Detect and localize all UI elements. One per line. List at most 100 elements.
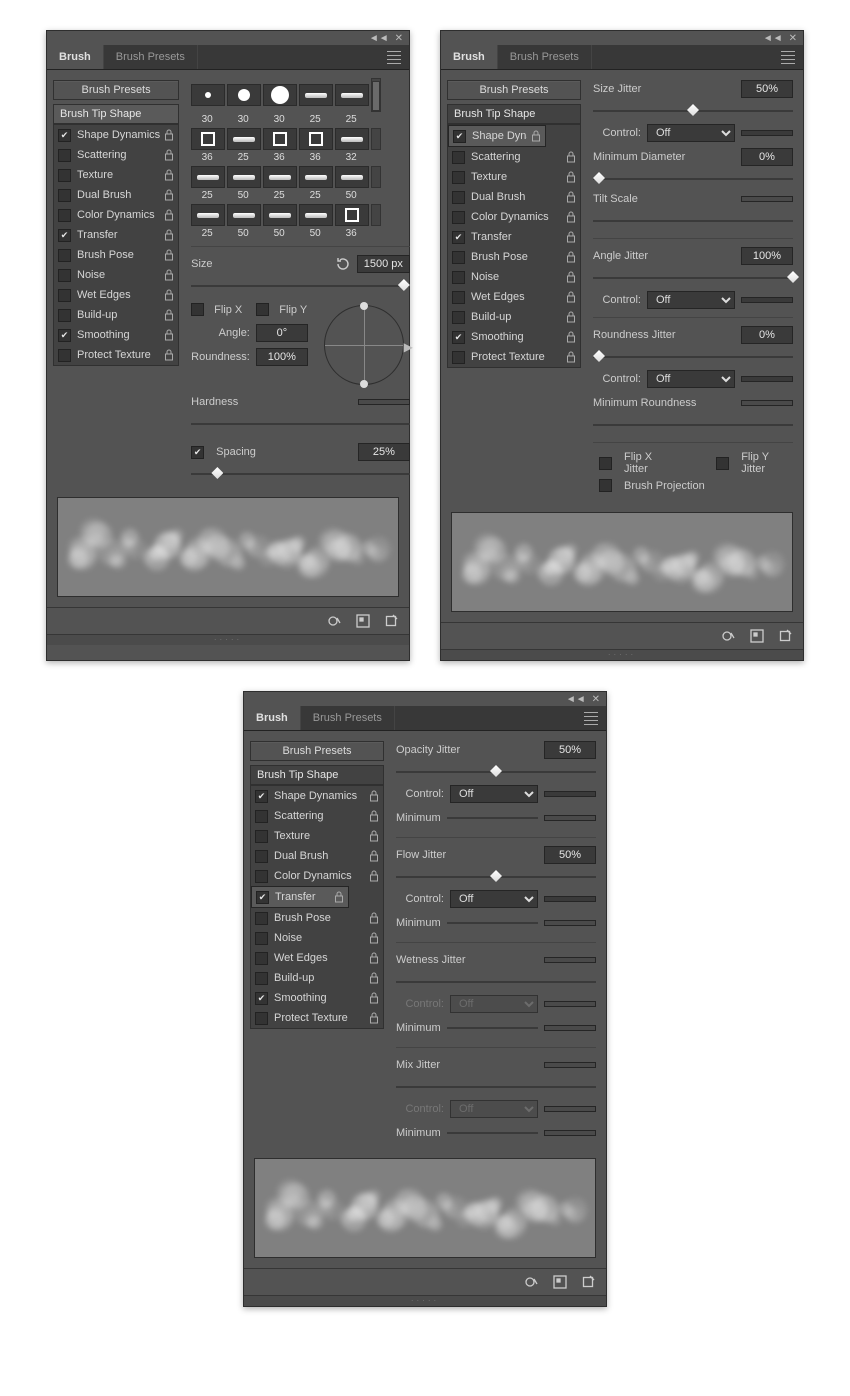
- setting-checkbox[interactable]: [58, 189, 71, 202]
- lock-icon[interactable]: [369, 992, 379, 1004]
- close-icon[interactable]: ✕: [395, 33, 403, 44]
- lock-icon[interactable]: [164, 149, 174, 161]
- new-brush-icon[interactable]: [749, 628, 765, 644]
- setting-checkbox[interactable]: [255, 850, 268, 863]
- brush-swatch[interactable]: [299, 166, 333, 188]
- flow-control-select[interactable]: Off: [450, 890, 538, 908]
- setting-checkbox[interactable]: [255, 912, 268, 925]
- brush-swatch[interactable]: [191, 84, 225, 106]
- brush-swatch[interactable]: [191, 128, 225, 150]
- brush-swatch[interactable]: [299, 84, 333, 106]
- swatch-scrollbar[interactable]: [371, 204, 381, 226]
- resize-grip[interactable]: ·····: [244, 1295, 606, 1306]
- flow-jitter-field[interactable]: 50%: [544, 846, 596, 864]
- setting-checkbox[interactable]: [58, 129, 71, 142]
- flip-x-jitter-checkbox[interactable]: Flip X Jitter: [599, 451, 676, 475]
- flip-y-jitter-checkbox[interactable]: Flip Y Jitter: [716, 451, 793, 475]
- setting-row-transfer[interactable]: Transfer: [54, 225, 178, 245]
- lock-icon[interactable]: [164, 289, 174, 301]
- lock-icon[interactable]: [566, 331, 576, 343]
- setting-checkbox[interactable]: [255, 992, 268, 1005]
- setting-row-smoothing[interactable]: Smoothing: [54, 325, 178, 345]
- opacity-jitter-field[interactable]: 50%: [544, 741, 596, 759]
- lock-icon[interactable]: [164, 249, 174, 261]
- setting-checkbox[interactable]: [452, 211, 465, 224]
- brush-tip-shape-button[interactable]: Brush Tip Shape: [447, 104, 581, 124]
- lock-icon[interactable]: [164, 329, 174, 341]
- brush-swatch[interactable]: [263, 84, 297, 106]
- tab-brush[interactable]: Brush: [47, 45, 104, 69]
- lock-icon[interactable]: [566, 171, 576, 183]
- setting-row-scattering[interactable]: Scattering: [448, 147, 580, 167]
- setting-row-dual-brush[interactable]: Dual Brush: [54, 185, 178, 205]
- setting-checkbox[interactable]: [58, 349, 71, 362]
- toggle-preview-icon[interactable]: [327, 613, 343, 629]
- brush-swatch[interactable]: [227, 84, 261, 106]
- roundness-jitter-slider[interactable]: [593, 348, 793, 366]
- setting-row-transfer[interactable]: Transfer: [448, 227, 580, 247]
- size-jitter-slider[interactable]: [593, 102, 793, 120]
- setting-row-dual-brush[interactable]: Dual Brush: [448, 187, 580, 207]
- lock-icon[interactable]: [164, 209, 174, 221]
- angle-jitter-field[interactable]: 100%: [741, 247, 793, 265]
- setting-row-scattering[interactable]: Scattering: [251, 806, 383, 826]
- lock-icon[interactable]: [164, 169, 174, 181]
- lock-icon[interactable]: [566, 351, 576, 363]
- lock-icon[interactable]: [164, 189, 174, 201]
- setting-row-color-dynamics[interactable]: Color Dynamics: [251, 866, 383, 886]
- close-icon[interactable]: ✕: [789, 33, 797, 44]
- lock-icon[interactable]: [369, 1012, 379, 1024]
- setting-row-build-up[interactable]: Build-up: [251, 968, 383, 988]
- brush-swatch[interactable]: [227, 204, 261, 226]
- brush-projection-checkbox[interactable]: Brush Projection: [599, 479, 793, 492]
- setting-row-noise[interactable]: Noise: [251, 928, 383, 948]
- setting-checkbox[interactable]: [452, 171, 465, 184]
- panel-menu-icon[interactable]: [379, 44, 409, 71]
- lock-icon[interactable]: [531, 130, 541, 142]
- brush-swatch[interactable]: [335, 204, 369, 226]
- spacing-field[interactable]: 25%: [358, 443, 410, 461]
- new-brush-icon[interactable]: [355, 613, 371, 629]
- setting-checkbox[interactable]: [255, 932, 268, 945]
- setting-checkbox[interactable]: [453, 130, 466, 143]
- brush-swatch[interactable]: [263, 204, 297, 226]
- lock-icon[interactable]: [164, 309, 174, 321]
- setting-checkbox[interactable]: [58, 209, 71, 222]
- setting-row-noise[interactable]: Noise: [54, 265, 178, 285]
- setting-checkbox[interactable]: [256, 891, 269, 904]
- setting-row-shape-dynamics[interactable]: Shape Dynamics: [251, 786, 383, 806]
- setting-row-dual-brush[interactable]: Dual Brush: [251, 846, 383, 866]
- spacing-slider[interactable]: [191, 465, 410, 483]
- brush-swatch[interactable]: [299, 128, 333, 150]
- brush-swatch[interactable]: [335, 128, 369, 150]
- tab-brush-presets[interactable]: Brush Presets: [301, 706, 395, 730]
- brush-tip-shape-button[interactable]: Brush Tip Shape: [53, 104, 179, 124]
- lock-icon[interactable]: [369, 972, 379, 984]
- swatch-scrollbar[interactable]: [371, 128, 381, 150]
- lock-icon[interactable]: [566, 251, 576, 263]
- brush-presets-button[interactable]: Brush Presets: [447, 80, 581, 100]
- min-diameter-slider[interactable]: [593, 170, 793, 188]
- setting-checkbox[interactable]: [452, 271, 465, 284]
- lock-icon[interactable]: [164, 129, 174, 141]
- new-brush-icon[interactable]: [552, 1274, 568, 1290]
- angle-field[interactable]: 0°: [256, 324, 308, 342]
- size-field[interactable]: 1500 px: [357, 255, 410, 273]
- setting-row-brush-pose[interactable]: Brush Pose: [54, 245, 178, 265]
- swatch-scrollbar[interactable]: [371, 78, 381, 112]
- spacing-checkbox[interactable]: Spacing: [191, 446, 256, 459]
- flip-y-checkbox[interactable]: Flip Y: [256, 303, 307, 316]
- size-control-select[interactable]: Off: [647, 124, 735, 142]
- flip-x-checkbox[interactable]: Flip X: [191, 303, 242, 316]
- setting-row-smoothing[interactable]: Smoothing: [448, 327, 580, 347]
- setting-checkbox[interactable]: [452, 291, 465, 304]
- lock-icon[interactable]: [164, 349, 174, 361]
- setting-row-texture[interactable]: Texture: [251, 826, 383, 846]
- brush-swatch[interactable]: [191, 204, 225, 226]
- opacity-control-select[interactable]: Off: [450, 785, 538, 803]
- roundness-field[interactable]: 100%: [256, 348, 308, 366]
- setting-row-texture[interactable]: Texture: [54, 165, 178, 185]
- brush-presets-button[interactable]: Brush Presets: [53, 80, 179, 100]
- tab-brush[interactable]: Brush: [244, 706, 301, 730]
- tab-brush[interactable]: Brush: [441, 45, 498, 69]
